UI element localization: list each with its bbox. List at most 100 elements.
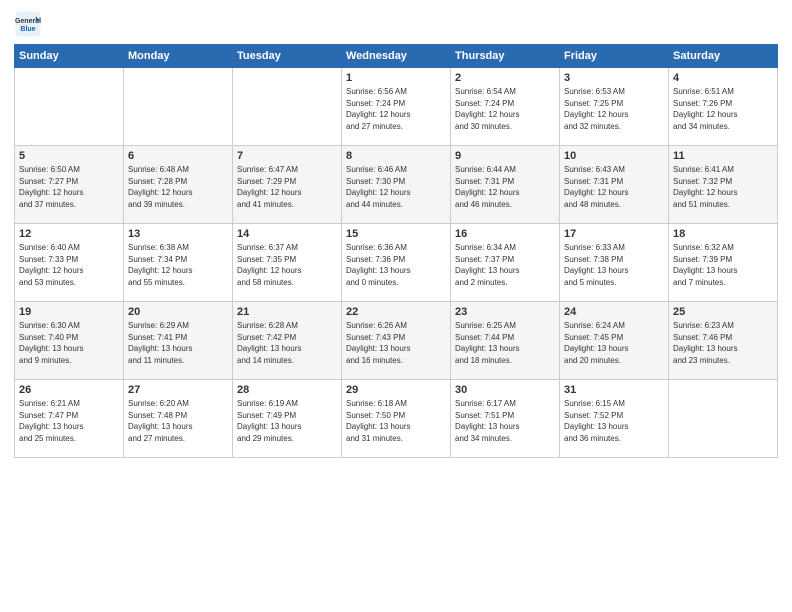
calendar-cell: 23Sunrise: 6:25 AM Sunset: 7:44 PM Dayli… — [451, 302, 560, 380]
day-info: Sunrise: 6:51 AM Sunset: 7:26 PM Dayligh… — [673, 86, 773, 132]
calendar-cell: 27 Sunrise: 6:20 AM Sunset: 7:48 PM Dayli… — [124, 380, 233, 458]
calendar-cell: 7 Sunrise: 6:47 AM Sunset: 7:29 PM Daylig… — [233, 146, 342, 224]
week-row-3: 12 Sunrise: 6:40 AM Sunset: 7:33 PM Dayli… — [15, 224, 778, 302]
day-info: Sunrise: 6:19 AM Sunset: 7:49 PM Dayligh… — [237, 398, 337, 444]
day-number: 27 — [128, 384, 228, 396]
calendar-cell: 26 Sunrise: 6:21 AM Sunset: 7:47 PM Dayli… — [15, 380, 124, 458]
calendar-cell — [15, 68, 124, 146]
day-info: Sunrise: 6:28 AM Sunset: 7:42 PM Dayligh… — [237, 320, 337, 366]
day-info: Sunrise: 6:32 AM Sunset: 7:39 PM Dayligh… — [673, 242, 773, 288]
calendar-cell: 3 Sunrise: 6:53 AM Sunset: 7:25 PM Daylig… — [560, 68, 669, 146]
day-number: 20 — [128, 306, 228, 318]
calendar-cell: 21 Sunrise: 6:28 AM Sunset: 7:42 PM Dayli… — [233, 302, 342, 380]
day-number: 31 — [564, 384, 664, 396]
day-number: 28 — [237, 384, 337, 396]
weekday-header-tuesday: Tuesday — [233, 45, 342, 68]
weekday-header-sunday: Sunday — [15, 45, 124, 68]
calendar-cell: 2Sunrise: 6:54 AM Sunset: 7:24 PM Daylig… — [451, 68, 560, 146]
day-number: 30 — [455, 384, 555, 396]
day-number: 26 — [19, 384, 119, 396]
weekday-header-friday: Friday — [560, 45, 669, 68]
day-number: 8 — [346, 150, 446, 162]
day-info: Sunrise: 6:21 AM Sunset: 7:47 PM Dayligh… — [19, 398, 119, 444]
day-info: Sunrise: 6:36 AM Sunset: 7:36 PM Dayligh… — [346, 242, 446, 288]
day-number: 7 — [237, 150, 337, 162]
day-number: 12 — [19, 228, 119, 240]
calendar-cell: 28 Sunrise: 6:19 AM Sunset: 7:49 PM Dayli… — [233, 380, 342, 458]
calendar-cell: 8Sunrise: 6:46 AM Sunset: 7:30 PM Daylig… — [342, 146, 451, 224]
calendar-cell: 24 Sunrise: 6:24 AM Sunset: 7:45 PM Dayli… — [560, 302, 669, 380]
day-info: Sunrise: 6:24 AM Sunset: 7:45 PM Dayligh… — [564, 320, 664, 366]
calendar-cell: 10Sunrise: 6:43 AM Sunset: 7:31 PM Dayli… — [560, 146, 669, 224]
calendar-cell: 19Sunrise: 6:30 AM Sunset: 7:40 PM Dayli… — [15, 302, 124, 380]
calendar-cell: 9 Sunrise: 6:44 AM Sunset: 7:31 PM Daylig… — [451, 146, 560, 224]
day-number: 11 — [673, 150, 773, 162]
calendar-cell — [124, 68, 233, 146]
calendar-cell: 18Sunrise: 6:32 AM Sunset: 7:39 PM Dayli… — [669, 224, 778, 302]
day-info: Sunrise: 6:41 AM Sunset: 7:32 PM Dayligh… — [673, 164, 773, 210]
weekday-header-saturday: Saturday — [669, 45, 778, 68]
day-number: 23 — [455, 306, 555, 318]
day-number: 17 — [564, 228, 664, 240]
day-number: 9 — [455, 150, 555, 162]
day-number: 10 — [564, 150, 664, 162]
weekday-header-monday: Monday — [124, 45, 233, 68]
day-info: Sunrise: 6:44 AM Sunset: 7:31 PM Dayligh… — [455, 164, 555, 210]
logo: General Blue — [14, 10, 42, 38]
day-number: 14 — [237, 228, 337, 240]
day-info: Sunrise: 6:30 AM Sunset: 7:40 PM Dayligh… — [19, 320, 119, 366]
calendar-cell: 16Sunrise: 6:34 AM Sunset: 7:37 PM Dayli… — [451, 224, 560, 302]
calendar-cell: 11 Sunrise: 6:41 AM Sunset: 7:32 PM Dayli… — [669, 146, 778, 224]
day-number: 29 — [346, 384, 446, 396]
svg-text:Blue: Blue — [20, 26, 35, 33]
day-info: Sunrise: 6:53 AM Sunset: 7:25 PM Dayligh… — [564, 86, 664, 132]
day-info: Sunrise: 6:23 AM Sunset: 7:46 PM Dayligh… — [673, 320, 773, 366]
calendar-cell — [669, 380, 778, 458]
calendar-cell: 20 Sunrise: 6:29 AM Sunset: 7:41 PM Dayli… — [124, 302, 233, 380]
week-row-4: 19Sunrise: 6:30 AM Sunset: 7:40 PM Dayli… — [15, 302, 778, 380]
week-row-2: 5Sunrise: 6:50 AM Sunset: 7:27 PM Daylig… — [15, 146, 778, 224]
day-number: 24 — [564, 306, 664, 318]
day-info: Sunrise: 6:38 AM Sunset: 7:34 PM Dayligh… — [128, 242, 228, 288]
day-number: 3 — [564, 72, 664, 84]
week-row-1: 1Sunrise: 6:56 AM Sunset: 7:24 PM Daylig… — [15, 68, 778, 146]
day-number: 21 — [237, 306, 337, 318]
calendar-cell: 22 Sunrise: 6:26 AM Sunset: 7:43 PM Dayli… — [342, 302, 451, 380]
day-number: 5 — [19, 150, 119, 162]
calendar-cell: 1Sunrise: 6:56 AM Sunset: 7:24 PM Daylig… — [342, 68, 451, 146]
header: General Blue — [14, 10, 778, 38]
day-info: Sunrise: 6:29 AM Sunset: 7:41 PM Dayligh… — [128, 320, 228, 366]
day-number: 1 — [346, 72, 446, 84]
calendar-cell — [233, 68, 342, 146]
day-number: 22 — [346, 306, 446, 318]
calendar-cell: 4 Sunrise: 6:51 AM Sunset: 7:26 PM Daylig… — [669, 68, 778, 146]
day-number: 13 — [128, 228, 228, 240]
day-number: 25 — [673, 306, 773, 318]
calendar-cell: 31 Sunrise: 6:15 AM Sunset: 7:52 PM Dayli… — [560, 380, 669, 458]
day-info: Sunrise: 6:47 AM Sunset: 7:29 PM Dayligh… — [237, 164, 337, 210]
day-info: Sunrise: 6:15 AM Sunset: 7:52 PM Dayligh… — [564, 398, 664, 444]
day-number: 6 — [128, 150, 228, 162]
day-info: Sunrise: 6:17 AM Sunset: 7:51 PM Dayligh… — [455, 398, 555, 444]
calendar-cell: 14 Sunrise: 6:37 AM Sunset: 7:35 PM Dayli… — [233, 224, 342, 302]
calendar-cell: 12 Sunrise: 6:40 AM Sunset: 7:33 PM Dayli… — [15, 224, 124, 302]
weekday-header-row: SundayMondayTuesdayWednesdayThursdayFrid… — [15, 45, 778, 68]
day-info: Sunrise: 6:40 AM Sunset: 7:33 PM Dayligh… — [19, 242, 119, 288]
calendar-cell: 13 Sunrise: 6:38 AM Sunset: 7:34 PM Dayli… — [124, 224, 233, 302]
weekday-header-thursday: Thursday — [451, 45, 560, 68]
day-number: 4 — [673, 72, 773, 84]
weekday-header-wednesday: Wednesday — [342, 45, 451, 68]
calendar-cell: 29 Sunrise: 6:18 AM Sunset: 7:50 PM Dayli… — [342, 380, 451, 458]
calendar-table: SundayMondayTuesdayWednesdayThursdayFrid… — [14, 44, 778, 458]
day-info: Sunrise: 6:20 AM Sunset: 7:48 PM Dayligh… — [128, 398, 228, 444]
week-row-5: 26 Sunrise: 6:21 AM Sunset: 7:47 PM Dayli… — [15, 380, 778, 458]
day-info: Sunrise: 6:26 AM Sunset: 7:43 PM Dayligh… — [346, 320, 446, 366]
day-number: 15 — [346, 228, 446, 240]
calendar-cell: 6Sunrise: 6:48 AM Sunset: 7:28 PM Daylig… — [124, 146, 233, 224]
calendar-page: General Blue SundayMondayTuesdayWednesda… — [0, 0, 792, 612]
calendar-cell: 25 Sunrise: 6:23 AM Sunset: 7:46 PM Dayli… — [669, 302, 778, 380]
day-info: Sunrise: 6:18 AM Sunset: 7:50 PM Dayligh… — [346, 398, 446, 444]
calendar-cell: 17Sunrise: 6:33 AM Sunset: 7:38 PM Dayli… — [560, 224, 669, 302]
day-info: Sunrise: 6:37 AM Sunset: 7:35 PM Dayligh… — [237, 242, 337, 288]
day-info: Sunrise: 6:34 AM Sunset: 7:37 PM Dayligh… — [455, 242, 555, 288]
